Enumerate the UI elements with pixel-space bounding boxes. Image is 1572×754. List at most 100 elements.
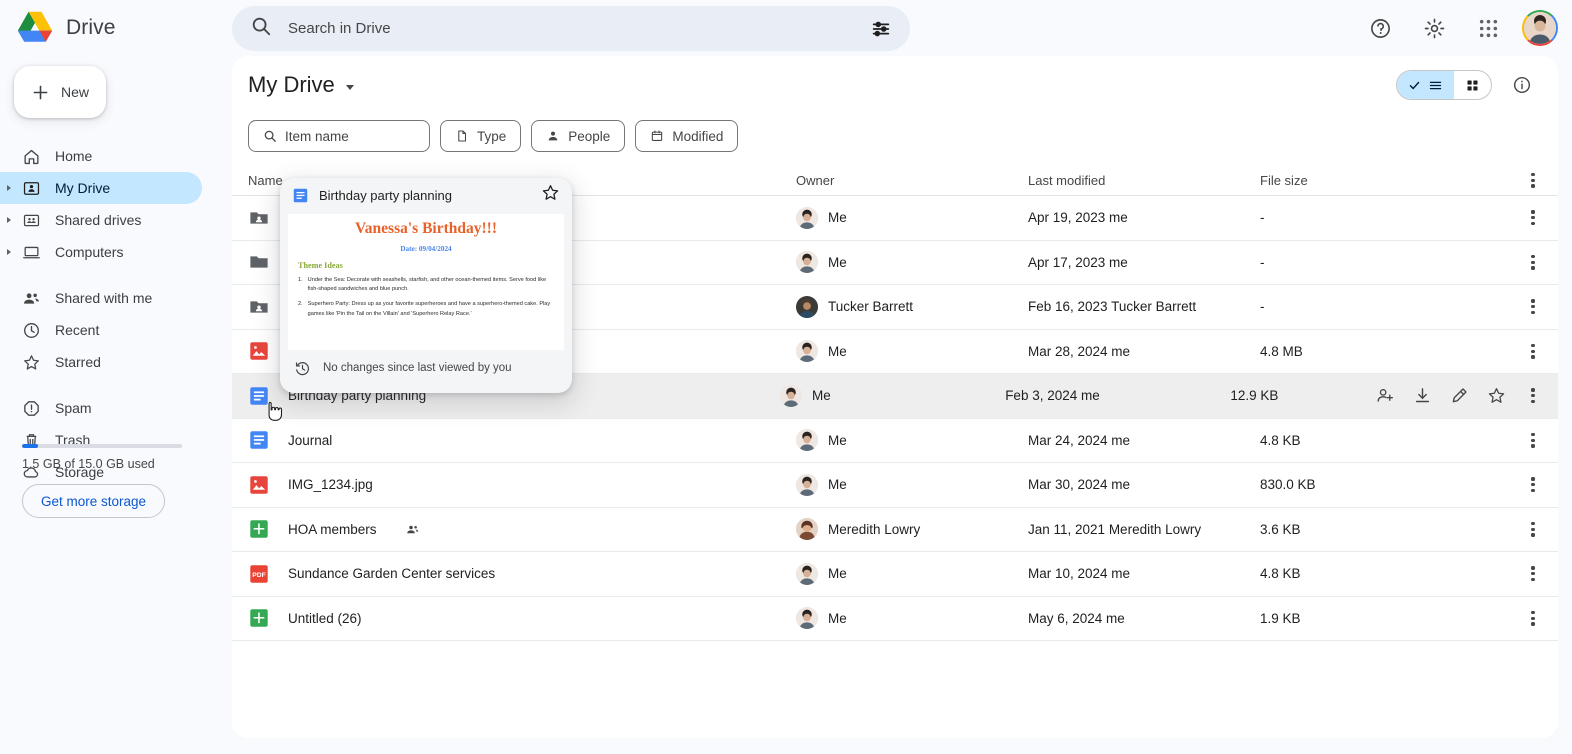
star-outline-icon[interactable]: [541, 183, 560, 207]
preview-item-number: 1.: [298, 277, 303, 283]
storage-bar-fill: [22, 444, 38, 448]
sidebar-item-label: My Drive: [55, 180, 111, 196]
chevron-down-icon[interactable]: [345, 84, 354, 90]
sidebar-item-shared-drives[interactable]: Shared drives: [0, 204, 202, 236]
column-header-last-modified[interactable]: Last modified: [1028, 173, 1260, 188]
more-actions-icon[interactable]: [1524, 477, 1542, 493]
file-name: IMG_1234.jpg: [288, 477, 373, 493]
more-actions-icon[interactable]: [1524, 521, 1542, 537]
more-actions-icon[interactable]: [1524, 610, 1542, 626]
sidebar-item-shared-with-me[interactable]: Shared with me: [0, 282, 202, 314]
sidebar-item-starred[interactable]: Starred: [0, 346, 202, 378]
more-actions-icon[interactable]: [1524, 343, 1542, 359]
table-row[interactable]: PDF Sundance Garden Center services Me M…: [232, 552, 1558, 597]
table-row[interactable]: Journal Me Mar 24, 2024 me 4.8 KB: [232, 419, 1558, 463]
more-actions-icon[interactable]: [1524, 388, 1542, 404]
preview-header: Birthday party planning: [280, 178, 572, 212]
table-row[interactable]: IMG_1234.jpg Me Mar 30, 2024 me 830.0 KB: [232, 463, 1558, 508]
table-row[interactable]: Untitled (26) Me May 6, 2024 me 1.9 KB: [232, 597, 1558, 641]
more-actions-icon[interactable]: [1524, 210, 1542, 226]
more-actions-icon[interactable]: [1524, 566, 1542, 582]
chevron-right-icon[interactable]: [7, 249, 11, 255]
shared-folder-icon: [248, 296, 270, 318]
home-icon: [24, 149, 39, 164]
row-size-cell: -: [1260, 210, 1265, 226]
row-modified-cell: Apr 17, 2023 me: [1028, 254, 1128, 270]
row-name-cell[interactable]: IMG_1234.jpg: [248, 474, 796, 496]
row-modified-cell: Mar 28, 2024 me: [1028, 343, 1131, 359]
share-icon[interactable]: [1376, 386, 1395, 405]
sidebar-item-label: Spam: [55, 400, 92, 416]
row-size-cell: 830.0 KB: [1260, 477, 1316, 493]
get-more-storage-button[interactable]: Get more storage: [22, 484, 166, 518]
row-owner-cell: Me: [779, 384, 1005, 407]
chevron-right-icon[interactable]: [7, 185, 11, 191]
storage-used-text: 1.5 GB of 15.0 GB used: [22, 457, 155, 471]
chip-type[interactable]: Type: [440, 120, 522, 152]
storage-bar: [22, 444, 182, 448]
owner-name: Me: [828, 254, 847, 270]
sidebar-item-my-drive[interactable]: My Drive: [0, 172, 202, 204]
preview-title: Birthday party planning: [319, 187, 452, 203]
row-actions: [1410, 254, 1542, 270]
row-name-cell[interactable]: PDF Sundance Garden Center services: [248, 563, 796, 585]
search-bar[interactable]: [232, 6, 910, 51]
edit-icon[interactable]: [1450, 386, 1469, 405]
sidebar-item-spam[interactable]: Spam: [0, 392, 202, 424]
header-more-icon[interactable]: [1524, 172, 1542, 188]
row-actions: [1410, 343, 1542, 359]
owner-name: Me: [811, 388, 831, 404]
row-name-cell[interactable]: Untitled (26): [248, 607, 796, 629]
help-icon[interactable]: [1360, 8, 1400, 48]
avatar[interactable]: [1522, 10, 1558, 46]
row-actions: [1410, 610, 1542, 626]
settings-icon[interactable]: [1414, 8, 1454, 48]
chip-label: Modified: [672, 128, 724, 144]
row-name-cell[interactable]: HOA members: [248, 518, 796, 540]
sidebar-item-label: Shared with me: [55, 290, 153, 306]
preview-footer-text: No changes since last viewed by you: [323, 362, 512, 374]
chip-people[interactable]: People: [531, 120, 626, 152]
chip-modified[interactable]: Modified: [635, 120, 739, 152]
sidebar-item-computers[interactable]: Computers: [0, 236, 202, 268]
owner-avatar: [779, 384, 802, 407]
more-actions-icon[interactable]: [1524, 299, 1542, 315]
sidebar-item-recent[interactable]: Recent: [0, 314, 202, 346]
row-owner-cell: Me: [796, 562, 1028, 585]
chevron-right-icon[interactable]: [7, 217, 11, 223]
owner-avatar: [796, 473, 818, 496]
grid-view-button[interactable]: [1454, 71, 1491, 99]
preview-item-text: Under the Sea: Decorate with seashells, …: [307, 277, 547, 293]
tune-icon[interactable]: [870, 18, 892, 40]
top-actions: [1360, 0, 1558, 56]
search-input[interactable]: [272, 20, 870, 37]
owner-avatar: [796, 518, 818, 541]
download-icon[interactable]: [1413, 386, 1432, 405]
main-panel: My Drive Item name Type People Modified …: [232, 56, 1558, 738]
row-modified-cell: Feb 16, 2023 Tucker Barrett: [1028, 299, 1197, 315]
panel-header: My Drive: [232, 56, 1558, 114]
more-actions-icon[interactable]: [1524, 432, 1542, 448]
shared-badge-icon: [405, 522, 420, 537]
star-icon: [24, 354, 39, 370]
row-actions: [1410, 521, 1542, 537]
chip-label: Type: [477, 128, 507, 144]
column-header-owner[interactable]: Owner: [796, 173, 1028, 188]
row-name-cell[interactable]: Journal: [248, 429, 796, 451]
star-icon[interactable]: [1487, 386, 1506, 405]
more-actions-icon[interactable]: [1524, 254, 1542, 270]
row-modified-cell: Mar 10, 2024 me: [1028, 566, 1131, 582]
row-owner-cell: Meredith Lowry: [796, 518, 1028, 541]
info-icon[interactable]: [1502, 65, 1542, 105]
owner-name: Me: [828, 432, 847, 448]
list-view-button[interactable]: [1397, 71, 1454, 99]
sidebar-item-home[interactable]: Home: [0, 140, 202, 172]
chip-item-name[interactable]: Item name: [248, 120, 430, 152]
new-button[interactable]: New: [14, 66, 106, 118]
column-header-file-size[interactable]: File size: [1260, 173, 1410, 188]
table-row[interactable]: HOA members Meredith Lowry Jan 11, 2021 …: [232, 508, 1558, 552]
apps-grid-icon[interactable]: [1468, 8, 1508, 48]
brand[interactable]: Drive: [0, 10, 216, 46]
sidebar-item-label: Home: [55, 148, 93, 164]
row-size-cell: 1.9 KB: [1260, 610, 1301, 626]
